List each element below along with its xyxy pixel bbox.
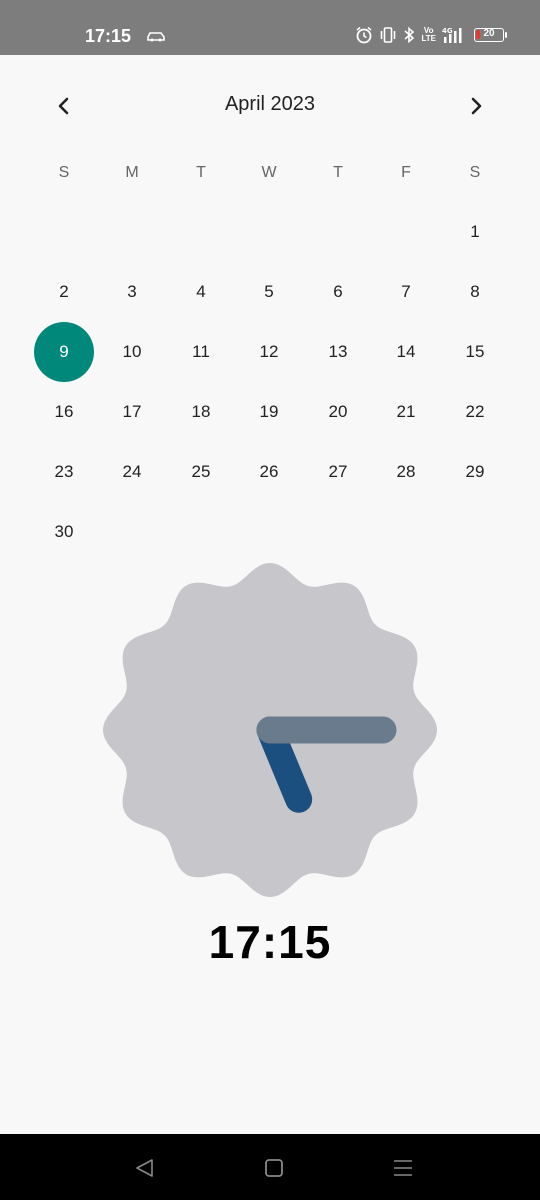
day-cell[interactable]: 7	[376, 262, 436, 322]
day-cell[interactable]: 23	[34, 442, 94, 502]
analog-clock	[100, 560, 440, 900]
back-icon[interactable]	[133, 1156, 157, 1180]
day-cell[interactable]: 11	[171, 322, 231, 382]
day-cell[interactable]: 6	[308, 262, 368, 322]
day-cell[interactable]: 20	[308, 382, 368, 442]
battery-level: 20	[483, 28, 495, 39]
day-cell[interactable]: 25	[171, 442, 231, 502]
day-cell[interactable]: 19	[239, 382, 299, 442]
day-cell[interactable]: 29	[445, 442, 505, 502]
day-cell[interactable]: 24	[102, 442, 162, 502]
system-navigation-bar	[0, 1134, 540, 1200]
month-header: April 2023	[0, 82, 540, 130]
chevron-right-icon	[471, 97, 482, 115]
day-cell[interactable]: 26	[239, 442, 299, 502]
weekday-label: W	[261, 164, 277, 181]
day-cell[interactable]: 1	[445, 202, 505, 262]
alarm-icon	[355, 26, 373, 44]
digital-time: 17:15	[208, 916, 332, 968]
day-cell[interactable]: 17	[102, 382, 162, 442]
day-cell[interactable]: 15	[445, 322, 505, 382]
day-cell[interactable]: 18	[171, 382, 231, 442]
day-cell[interactable]: 3	[102, 262, 162, 322]
recents-icon[interactable]	[391, 1156, 415, 1180]
vibrate-icon	[379, 27, 397, 43]
day-cell[interactable]: 22	[445, 382, 505, 442]
day-cell[interactable]: 12	[239, 322, 299, 382]
weekday-label: S	[469, 164, 481, 181]
day-cell[interactable]: 4	[171, 262, 231, 322]
day-cell[interactable]: 13	[308, 322, 368, 382]
day-cell-selected[interactable]: 9	[34, 322, 94, 382]
weekday-label: T	[333, 164, 343, 181]
day-cell[interactable]: 10	[102, 322, 162, 382]
day-cell[interactable]: 14	[376, 322, 436, 382]
battery-icon: 20	[474, 28, 507, 42]
day-cell[interactable]: 30	[34, 502, 94, 562]
next-month-button[interactable]	[456, 86, 496, 126]
home-icon[interactable]	[262, 1156, 286, 1180]
day-cell[interactable]: 27	[308, 442, 368, 502]
status-bar: 17:15 Vo LTE 4G 20	[0, 0, 540, 55]
day-cell[interactable]: 16	[34, 382, 94, 442]
day-cell[interactable]: 28	[376, 442, 436, 502]
car-icon	[146, 29, 166, 47]
weekday-label: M	[125, 164, 139, 181]
bluetooth-icon	[403, 26, 415, 44]
day-cell[interactable]: 2	[34, 262, 94, 322]
day-cell[interactable]: 8	[445, 262, 505, 322]
volte-icon: Vo LTE	[421, 26, 436, 43]
signal-icon: 4G	[442, 26, 466, 44]
day-cell[interactable]: 5	[239, 262, 299, 322]
weekday-label: F	[401, 164, 411, 181]
weekday-label: S	[58, 164, 70, 181]
svg-text:4G: 4G	[442, 27, 453, 35]
status-time: 17:15	[85, 26, 132, 46]
day-cell[interactable]: 21	[376, 382, 436, 442]
weekday-label: T	[196, 164, 206, 181]
